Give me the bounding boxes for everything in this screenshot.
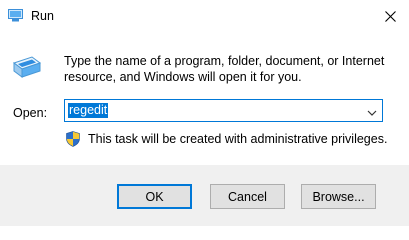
open-label: Open:: [13, 106, 48, 120]
open-input[interactable]: regedit: [68, 103, 109, 118]
browse-button[interactable]: Browse...: [301, 184, 376, 209]
title-bar: Run: [0, 0, 409, 33]
window-title: Run: [31, 9, 54, 23]
open-combobox[interactable]: regedit: [64, 99, 383, 122]
dropdown-button[interactable]: [367, 106, 377, 116]
cancel-button[interactable]: Cancel: [210, 184, 285, 209]
chevron-down-icon: [367, 110, 377, 116]
description-line: resource, and Windows will open it for y…: [64, 70, 302, 84]
admin-privileges-note: This task will be created with administr…: [88, 132, 388, 146]
ok-button[interactable]: OK: [117, 184, 192, 209]
shield-icon: [66, 131, 80, 147]
description-line: Type the name of a program, folder, docu…: [64, 54, 385, 68]
run-app-icon: [8, 9, 23, 22]
dialog-description: Type the name of a program, folder, docu…: [64, 53, 394, 85]
close-icon: [385, 11, 396, 22]
run-icon: [12, 55, 42, 79]
close-button[interactable]: [372, 0, 409, 33]
